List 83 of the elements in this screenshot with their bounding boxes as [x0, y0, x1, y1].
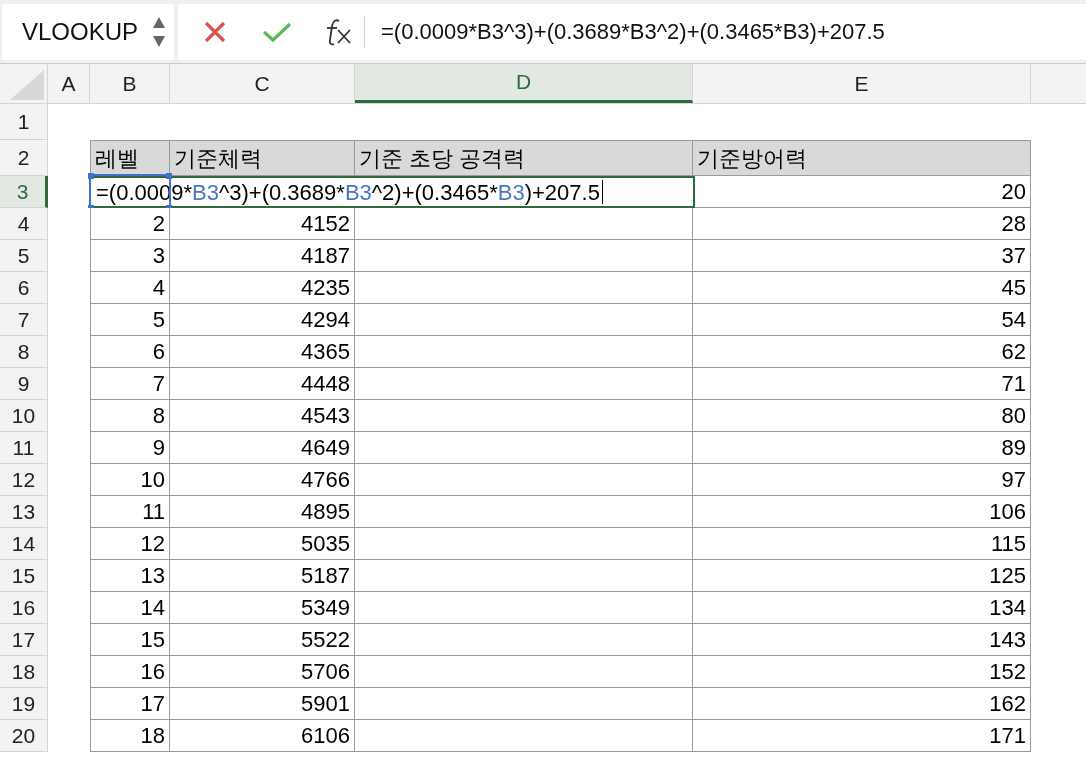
table-cell: 28: [693, 208, 1031, 240]
column-header[interactable]: B: [90, 64, 170, 103]
table-cell: 13: [90, 560, 170, 592]
table-cell: 115: [693, 528, 1031, 560]
table-cell: 62: [693, 336, 1031, 368]
table-cell: 20: [693, 176, 1031, 208]
row-header[interactable]: 20: [0, 720, 48, 752]
table-cell: 4766: [170, 464, 355, 496]
table-cell: 4: [90, 272, 170, 304]
row-header[interactable]: 5: [0, 240, 48, 272]
table-cell: 89: [693, 432, 1031, 464]
table-cell: 10: [90, 464, 170, 496]
table-cell: 5522: [170, 624, 355, 656]
row-header[interactable]: 2: [0, 140, 48, 176]
table-cell: 4187: [170, 240, 355, 272]
table-cell: 15: [90, 624, 170, 656]
row-header[interactable]: 11: [0, 432, 48, 464]
column-header[interactable]: D: [355, 64, 693, 103]
table-cell: 97: [693, 464, 1031, 496]
table-cell: 4448: [170, 368, 355, 400]
table-cell: 2: [90, 208, 170, 240]
table-cell: 5187: [170, 560, 355, 592]
table-cell: 11: [90, 496, 170, 528]
column-header[interactable]: E: [693, 64, 1031, 103]
row-header[interactable]: 3: [0, 176, 48, 208]
table-cell: 4543: [170, 400, 355, 432]
table-cell: 5349: [170, 592, 355, 624]
table-cell: 12: [90, 528, 170, 560]
table-cell: 5901: [170, 688, 355, 720]
row-header[interactable]: 13: [0, 496, 48, 528]
table-cell: 171: [693, 720, 1031, 752]
row-header[interactable]: 19: [0, 688, 48, 720]
table-cell: 71: [693, 368, 1031, 400]
row-header[interactable]: 18: [0, 656, 48, 688]
table-cell: 17: [90, 688, 170, 720]
table-cell: 6: [90, 336, 170, 368]
table-cell: 5706: [170, 656, 355, 688]
row-header[interactable]: 15: [0, 560, 48, 592]
row-header[interactable]: 4: [0, 208, 48, 240]
table-cell: 162: [693, 688, 1031, 720]
table-cell: 4152: [170, 208, 355, 240]
table-cell: 4294: [170, 304, 355, 336]
row-header[interactable]: 1: [0, 104, 48, 140]
row-header[interactable]: 7: [0, 304, 48, 336]
table-cell: 18: [90, 720, 170, 752]
table-cell: 7: [90, 368, 170, 400]
table-cell: 6106: [170, 720, 355, 752]
name-box[interactable]: VLOOKUP: [2, 3, 174, 60]
row-header[interactable]: 14: [0, 528, 48, 560]
checkmark-icon[interactable]: [262, 20, 292, 43]
table-cell: 기준 초당 공격력: [355, 140, 693, 176]
row-header[interactable]: 12: [0, 464, 48, 496]
table-cell: 3: [90, 240, 170, 272]
table-cell: 14: [90, 592, 170, 624]
table-cell: 4235: [170, 272, 355, 304]
column-header[interactable]: A: [48, 64, 90, 103]
table-cell: 5: [90, 304, 170, 336]
table-cell: 기준방어력: [693, 140, 1031, 176]
table-cell: 37: [693, 240, 1031, 272]
table-cell: 레벨: [90, 140, 170, 176]
table-cell: 4365: [170, 336, 355, 368]
cancel-icon[interactable]: [204, 20, 226, 43]
row-header[interactable]: 8: [0, 336, 48, 368]
table-cell: 4649: [170, 432, 355, 464]
table-cell: 9: [90, 432, 170, 464]
table-cell: 54: [693, 304, 1031, 336]
table-cell: 기준체력: [170, 140, 355, 176]
table-cell: 16: [90, 656, 170, 688]
table-cell: 8: [90, 400, 170, 432]
row-header[interactable]: 17: [0, 624, 48, 656]
table-cell: 134: [693, 592, 1031, 624]
row-header[interactable]: 10: [0, 400, 48, 432]
table-cell: 106: [693, 496, 1031, 528]
table-cell: 4895: [170, 496, 355, 528]
table-cell: 152: [693, 656, 1031, 688]
row-header[interactable]: 6: [0, 272, 48, 304]
table-cell: 80: [693, 400, 1031, 432]
row-header[interactable]: 16: [0, 592, 48, 624]
table-cell: 5035: [170, 528, 355, 560]
row-header[interactable]: 9: [0, 368, 48, 400]
table-cell: 45: [693, 272, 1031, 304]
table-cell: 143: [693, 624, 1031, 656]
table-cell: 125: [693, 560, 1031, 592]
